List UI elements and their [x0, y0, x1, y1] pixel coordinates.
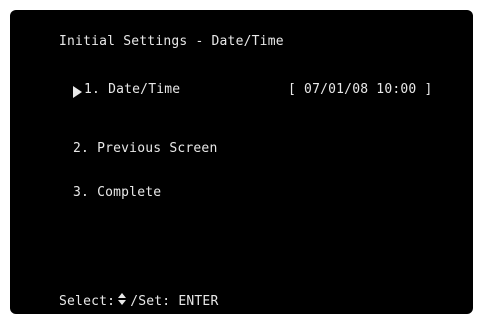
footer-hint: Select: /Set: ENTER — [59, 293, 218, 310]
menu-item-previous-screen[interactable]: 2. Previous Screen — [73, 141, 217, 157]
selection-cursor-icon — [73, 86, 82, 98]
up-down-arrows-icon — [117, 293, 127, 307]
page-title: Initial Settings - Date/Time — [59, 34, 284, 49]
date-time-value[interactable]: [ 07/01/08 10:00 ] — [288, 82, 432, 98]
menu-item-date-time[interactable]: 1. Date/Time — [84, 82, 180, 98]
settings-screen: Initial Settings - Date/Time 1. Date/Tim… — [10, 10, 473, 314]
footer-set-label: /Set: ENTER — [130, 294, 219, 309]
footer-select-label: Select: — [59, 294, 116, 309]
menu-item-complete[interactable]: 3. Complete — [73, 185, 161, 201]
